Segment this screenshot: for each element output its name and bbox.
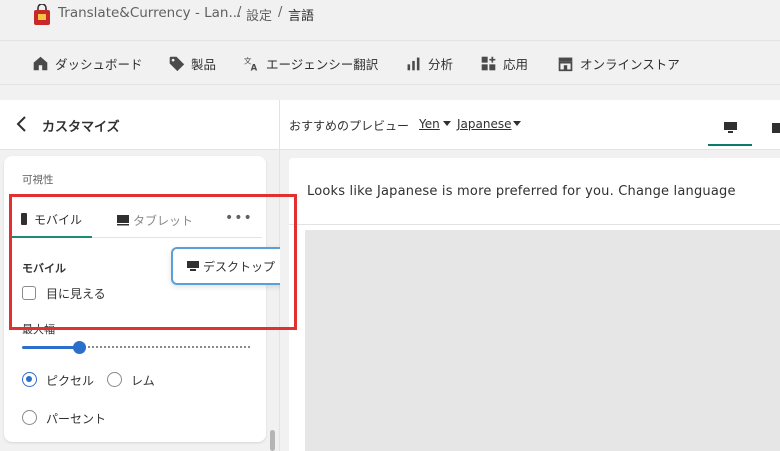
nav-item-label: エージェンシー翻訳 <box>266 56 379 72</box>
nav-item-analytics[interactable]: 分析 <box>405 41 453 85</box>
visibility-label: 可視性 <box>22 174 54 186</box>
visible-checkbox[interactable] <box>22 286 36 300</box>
unit-radio-label[interactable]: パーセント <box>46 410 106 427</box>
app-logo-icon[interactable] <box>32 4 52 26</box>
settings-panel: 可視性 モバイル タブレット ••• モバイル 目に見える 最大幅 ピクセル レ… <box>0 150 280 451</box>
translate-icon: 文A <box>244 55 258 72</box>
spacer <box>0 85 780 100</box>
unit-radio-pixel[interactable] <box>22 372 37 387</box>
unit-radio-label[interactable]: レム <box>131 372 155 389</box>
nav-item-label: 製品 <box>191 56 217 72</box>
nav-item-label: オンラインストア <box>580 56 680 72</box>
home-icon <box>33 56 48 70</box>
overflow-item-label: デスクトップ <box>203 259 276 274</box>
panel-scrollbar[interactable] <box>270 430 275 451</box>
visible-checkbox-label[interactable]: 目に見える <box>46 285 106 302</box>
tab-tablet[interactable]: タブレット <box>117 202 193 238</box>
unit-radio-label[interactable]: ピクセル <box>46 372 94 389</box>
slider-fill <box>22 346 79 349</box>
breadcrumb-settings[interactable]: 設定 <box>246 5 272 24</box>
app-nav-bar: ダッシュボード 製品 文A エージェンシー翻訳 分析 応用 オンラインストア <box>0 40 780 85</box>
bar-chart-icon <box>407 57 420 70</box>
tablet-icon <box>771 123 780 133</box>
preview-pane: Looks like Japanese is more preferred fo… <box>280 150 780 451</box>
tag-icon <box>169 56 185 71</box>
tab-mobile[interactable]: モバイル <box>12 202 93 238</box>
overflow-tab-desktop[interactable]: デスクトップ <box>171 247 293 285</box>
nav-item-apps[interactable]: 応用 <box>480 41 528 85</box>
breadcrumb-current: 言語 <box>288 9 315 24</box>
divider <box>289 224 780 225</box>
nav-item-products[interactable]: 製品 <box>168 41 216 85</box>
more-tabs-button[interactable]: ••• <box>225 210 253 226</box>
max-width-slider[interactable] <box>22 341 250 354</box>
currency-selector[interactable]: Yen <box>419 117 440 131</box>
tablet-icon <box>117 215 129 226</box>
preview-label: おすすめのプレビュー <box>289 119 410 133</box>
editor-header: カスタマイズ おすすめのプレビュー Yen Japanese <box>0 100 780 150</box>
storefront-preview: Looks like Japanese is more preferred fo… <box>289 158 780 451</box>
language-suggestion-banner[interactable]: Looks like Japanese is more preferred fo… <box>307 184 736 199</box>
slider-thumb[interactable] <box>73 341 86 354</box>
breadcrumb-app-name[interactable]: Translate&Currency - Lan... <box>58 5 241 21</box>
nav-item-label: 分析 <box>428 56 454 72</box>
device-tabs: モバイル タブレット ••• <box>12 202 262 238</box>
slider-track-rest <box>79 346 250 349</box>
tablet-preview-button[interactable] <box>756 112 780 146</box>
chevron-down-icon <box>513 121 521 126</box>
back-arrow-icon[interactable] <box>14 114 30 134</box>
desktop-icon <box>187 260 199 271</box>
unit-radio-rem[interactable] <box>107 372 122 387</box>
customize-header: カスタマイズ <box>0 100 280 149</box>
desktop-icon <box>723 122 737 133</box>
breadcrumb-separator: / <box>278 5 283 20</box>
store-icon <box>558 57 573 71</box>
top-bar: Translate&Currency - Lan... / 設定 / 言語 <box>0 0 780 40</box>
nav-item-online-store[interactable]: オンラインストア <box>557 41 680 85</box>
mobile-icon <box>21 213 27 225</box>
hero-image-placeholder <box>305 230 780 451</box>
desktop-preview-button[interactable] <box>708 112 752 146</box>
language-selector[interactable]: Japanese <box>457 117 512 131</box>
section-title-mobile: モバイル <box>22 262 66 275</box>
nav-item-agency-translation[interactable]: 文A エージェンシー翻訳 <box>243 41 378 85</box>
unit-radio-percent[interactable] <box>22 410 37 425</box>
tab-label: モバイル <box>34 212 83 227</box>
breadcrumb-separator: / <box>237 5 242 20</box>
apps-icon <box>481 56 496 70</box>
max-width-label: 最大幅 <box>22 323 55 336</box>
nav-item-dashboard[interactable]: ダッシュボード <box>32 41 143 85</box>
nav-item-label: 応用 <box>503 56 529 72</box>
customize-title: カスタマイズ <box>42 120 120 135</box>
nav-item-label: ダッシュボード <box>55 56 143 72</box>
svg-text:A: A <box>251 63 258 72</box>
chevron-down-icon <box>443 121 451 126</box>
visibility-card: 可視性 モバイル タブレット ••• モバイル 目に見える 最大幅 ピクセル レ… <box>4 156 266 442</box>
tab-label: タブレット <box>133 213 194 228</box>
